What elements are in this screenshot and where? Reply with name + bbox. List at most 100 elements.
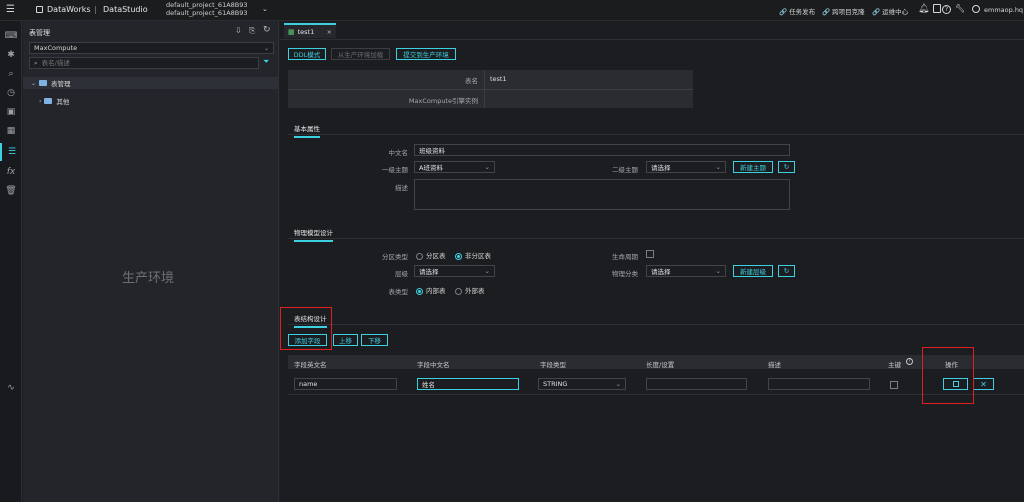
engine-instance-label: MaxCompute引擎实例 [408, 97, 478, 105]
clock-icon[interactable]: ◷ [0, 84, 22, 102]
wrench-icon[interactable]: 🔧︎ [955, 4, 965, 13]
project-dropdown-chevron-icon[interactable]: ⌄ [262, 5, 268, 13]
new-table-icon[interactable]: ⎘ [249, 26, 255, 36]
bell-icon[interactable]: 🔔︎ [918, 4, 929, 14]
highlight-box-actions [922, 347, 974, 404]
radio-button [455, 252, 462, 260]
new-level-button[interactable]: 新建层级 [733, 265, 773, 277]
nav-link-clone[interactable]: 🔗 跨项目克隆 [822, 6, 865, 16]
help-icon[interactable]: ? [942, 5, 951, 14]
table-name-value: test1 [490, 75, 507, 83]
column-header-primary-key: 主键 [888, 361, 901, 369]
add-field-button[interactable]: 添加字段 [288, 334, 327, 346]
tab-test1[interactable]: ▦ test1 × [284, 23, 336, 38]
project-selector[interactable]: default_project_61A8B93 default_project_… [166, 1, 276, 19]
user-name[interactable]: emmaop.hq [984, 6, 1023, 14]
new-topic-button[interactable]: 新建主题 [733, 161, 773, 173]
move-down-button[interactable]: 下移 [361, 334, 388, 346]
load-from-prod-button[interactable]: 从生产环境加载 [331, 48, 390, 60]
topic1-select[interactable]: A班资料 ⌄ [414, 161, 495, 173]
environment-label: 生产环境 [122, 271, 175, 286]
refresh-level-button[interactable]: ↻ [778, 265, 795, 277]
chevron-down-icon: ⌄ [484, 163, 490, 171]
table-search-box[interactable]: ⌕ [29, 57, 259, 69]
move-up-button[interactable]: 上移 [333, 334, 358, 346]
nav-link-ops-label: 运维中心 [882, 8, 909, 16]
search-icon[interactable]: ⌕ [0, 65, 22, 83]
section-tab-physical[interactable]: 物理模型设计 [294, 227, 333, 242]
field-description-input[interactable] [768, 378, 870, 390]
primary-key-help-icon[interactable]: ? [906, 358, 913, 365]
field-type-select[interactable]: STRING ⌄ [538, 378, 626, 390]
radio-label: 分区表 [426, 252, 446, 260]
primary-key-checkbox[interactable] [890, 381, 898, 389]
ddl-mode-button[interactable]: DDL模式 [288, 48, 326, 60]
submit-to-prod-button[interactable]: 提交到生产环境 [396, 48, 456, 60]
column-header-type: 字段类型 [540, 361, 566, 369]
topic2-select[interactable]: 请选择 ⌄ [646, 161, 726, 173]
physical-class-select[interactable]: 请选择 ⌄ [646, 265, 726, 277]
cn-name-label: 中文名 [388, 149, 409, 157]
section-tab-basic[interactable]: 基本属性 [294, 123, 320, 138]
column-header-description: 描述 [768, 361, 781, 369]
table-type-radio-external[interactable]: 外部表 [455, 285, 485, 295]
field-type-value: STRING [543, 380, 568, 388]
lifecycle-checkbox[interactable] [646, 250, 654, 258]
folder-icon [39, 80, 48, 86]
refresh-icon[interactable]: ↻ [263, 25, 271, 35]
function-icon[interactable]: fx [0, 163, 22, 181]
refresh-topic-button[interactable]: ↻ [778, 161, 795, 173]
table-management-icon[interactable]: ☰ [0, 143, 22, 161]
level-select[interactable]: 请选择 ⌄ [414, 265, 495, 277]
menu-icon[interactable]: ☰ [6, 4, 15, 15]
physical-section-divider [288, 238, 1024, 239]
trash-icon[interactable]: 🗑︎ [0, 182, 22, 200]
top-bar: ☰ DataWorks | DataStudio default_project… [0, 0, 1024, 21]
tree-node-other[interactable]: › 其他 [23, 95, 279, 107]
close-icon[interactable]: × [327, 28, 332, 36]
table-management-panel: 表管理 ⇩ ⎘ ↻ MaxCompute ⌄ ⌕ ⏷ ⌄ 表管理 › 其他 生产… [23, 21, 279, 502]
tab-label: test1 [297, 27, 315, 36]
import-icon[interactable]: ⇩ [235, 26, 242, 35]
description-label: 描述 [395, 184, 408, 192]
table-type-radio-internal[interactable]: 内部表 [416, 285, 446, 295]
product-name: DataStudio [103, 5, 148, 14]
engine-select[interactable]: MaxCompute ⌄ [29, 42, 274, 54]
field-cn-name-value: 姓名 [422, 381, 435, 389]
nav-link-deploy[interactable]: 🔗 任务发布 [779, 6, 815, 16]
table-icon[interactable]: ▦ [0, 122, 22, 140]
nav-link-ops[interactable]: 🔗 运维中心 [872, 6, 908, 16]
column-header-cn-name: 字段中文名 [417, 361, 450, 369]
editor-area: ▦ test1 × DDL模式 从生产环境加载 提交到生产环境 表名 test1… [280, 21, 1024, 502]
field-length-input[interactable] [646, 378, 747, 390]
delete-field-button[interactable]: ✕ [973, 378, 994, 390]
chevron-right-icon: › [39, 97, 42, 105]
cn-name-input[interactable]: 班级资料 [414, 144, 790, 156]
field-cn-name-input[interactable]: 姓名 [417, 378, 519, 390]
info-table-column-divider [484, 70, 485, 108]
chevron-down-icon: ⌄ [31, 79, 37, 87]
radio-label: 非分区表 [465, 252, 491, 260]
field-en-name-input[interactable]: name [294, 378, 397, 390]
partition-radio-non-partitioned[interactable]: 非分区表 [455, 250, 491, 260]
topic2-value: 请选择 [651, 164, 671, 172]
radio-label: 内部表 [426, 287, 446, 295]
partition-radio-partitioned[interactable]: 分区表 [416, 250, 446, 260]
radio-button [455, 287, 462, 295]
chevron-down-icon: ⌄ [263, 44, 269, 52]
partition-type-label: 分区类型 [382, 253, 408, 261]
code-icon[interactable]: ⌨ [0, 27, 22, 45]
description-textarea[interactable] [414, 179, 790, 210]
filter-icon[interactable]: ⏷ [263, 57, 269, 67]
user-avatar-icon[interactable] [972, 5, 980, 13]
message-icon[interactable] [933, 4, 941, 13]
table-search-input[interactable] [41, 59, 222, 67]
brand-name: DataWorks [47, 5, 91, 14]
topic2-label: 二级主题 [612, 166, 638, 174]
column-header-en-name: 字段英文名 [294, 361, 327, 369]
briefcase-icon[interactable]: ▣ [0, 103, 22, 121]
pulse-icon[interactable]: ∿ [0, 379, 22, 397]
component-icon[interactable]: ✱ [0, 46, 22, 64]
folder-icon [44, 98, 53, 104]
tree-node-table-management[interactable]: ⌄ 表管理 [23, 77, 279, 89]
